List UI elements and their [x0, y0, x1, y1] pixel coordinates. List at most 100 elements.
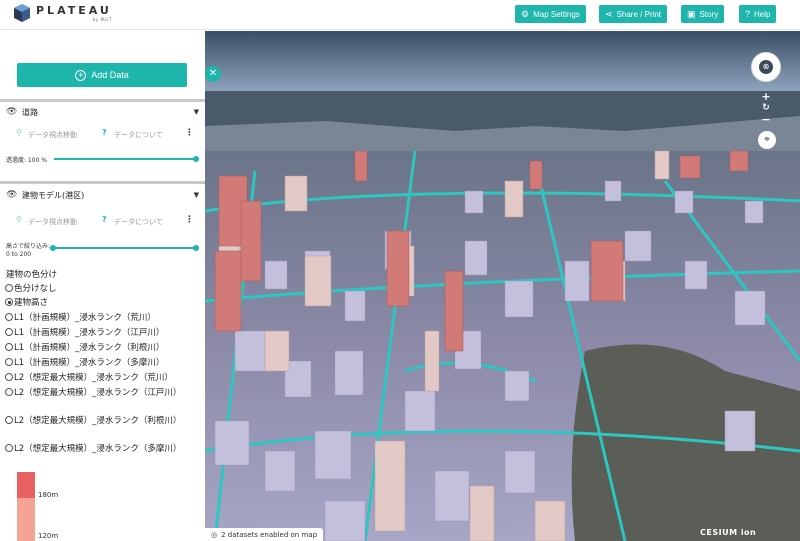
location-pin-icon: ⚲ [16, 215, 22, 224]
zoom-in-button[interactable]: + [760, 91, 772, 103]
layer-name: 道路 [22, 107, 38, 117]
color-option[interactable]: L1（計画規模）_浸水ランク（多摩川） [5, 356, 195, 370]
logo-text: PLATEAU [36, 3, 112, 17]
color-option-label: L1（計画規模）_浸水ランク（多摩川） [14, 358, 165, 368]
radio-button[interactable] [5, 388, 13, 396]
more-options-icon[interactable]: ⋮ [185, 215, 194, 225]
color-option-label: 色分けなし [14, 284, 57, 294]
caret-down-icon[interactable]: ▼ [194, 191, 199, 199]
color-option[interactable]: L2（想定最大規模）_浸水ランク（多摩川） [5, 442, 195, 456]
color-legend-title: 建物の色分け [6, 270, 58, 280]
sliders-icon: ⚙ [521, 8, 530, 19]
add-data-button[interactable]: + Add Data [17, 63, 187, 87]
fly-to-data-button[interactable]: データ視点移動 [28, 130, 77, 140]
opacity-slider[interactable] [54, 158, 196, 160]
layer-actions-roads: ⚲ データ視点移動 ? データについて ⋮ [0, 128, 205, 144]
caret-down-icon[interactable]: ▼ [194, 108, 199, 116]
radio-button[interactable] [5, 284, 13, 292]
radio-button[interactable] [5, 444, 13, 452]
color-option-label: L1（計画規模）_浸水ランク（荒川） [14, 313, 156, 323]
city-scene [205, 31, 800, 541]
layer-header-roads[interactable]: 👁 道路 ▼ [0, 103, 205, 121]
help-label: Help [754, 9, 771, 19]
share-print-label: Share / Print [616, 9, 662, 19]
share-icon: ⋖ [605, 8, 613, 19]
location-pin-icon: ⚲ [16, 128, 22, 137]
color-option[interactable]: L2（想定最大規模）_浸水ランク（江戸川） [5, 386, 195, 400]
radio-button[interactable] [5, 313, 13, 321]
about-data-button[interactable]: データについて [114, 130, 163, 140]
color-option[interactable]: 建物高さ [5, 296, 195, 310]
color-option-label: L2（想定最大規模）_浸水ランク（多摩川） [14, 444, 182, 454]
help-icon: ? [745, 9, 751, 19]
plus-circle-icon: + [75, 69, 87, 81]
layer-actions-buildings: ⚲ データ視点移動 ? データについて ⋮ [0, 215, 205, 231]
question-icon: ? [102, 215, 107, 224]
eye-icon[interactable]: 👁 [6, 107, 17, 117]
map-settings-button[interactable]: ⚙ Map Settings [515, 5, 586, 23]
about-data-button[interactable]: データについて [114, 217, 163, 227]
color-option-label: L2（想定最大規模）_浸水ランク（江戸川） [14, 388, 182, 398]
color-option[interactable]: L2（想定最大規模）_浸水ランク（利根川） [5, 414, 195, 428]
color-option-label: L1（計画規模）_浸水ランク（江戸川） [14, 328, 165, 338]
help-button[interactable]: ? Help [739, 5, 777, 23]
eye-icon[interactable]: 👁 [6, 190, 17, 200]
fly-to-data-button[interactable]: データ視点移動 [28, 217, 77, 227]
legend-label: 180m [38, 491, 59, 499]
zoom-out-button[interactable]: − [760, 114, 772, 126]
my-location-button[interactable]: ⌖ [758, 131, 776, 149]
sidebar: + Add Data 👁 道路 ▼ ⚲ データ視点移動 ? データについて ⋮ … [0, 31, 205, 541]
height-filter-range: 0 to 200 [6, 251, 32, 258]
story-button[interactable]: ▣ Story [681, 5, 725, 23]
color-option-label: 建物高さ [14, 298, 49, 308]
layers-icon: ◎ [211, 530, 218, 539]
radio-button[interactable] [5, 373, 13, 381]
color-option[interactable]: L2（想定最大規模）_浸水ランク（荒川） [5, 371, 195, 385]
sky [205, 31, 800, 91]
color-option[interactable]: L1（計画規模）_浸水ランク（荒川） [5, 311, 195, 325]
divider [0, 99, 205, 102]
height-filter-slider[interactable] [52, 247, 196, 249]
divider [0, 181, 205, 184]
datasets-status-text: 2 datasets enabled on map [221, 530, 318, 539]
top-bar: PLATEAU by MLIT ⚙ Map Settings ⋖ Share /… [0, 0, 800, 30]
datasets-status[interactable]: ◎ 2 datasets enabled on map [205, 528, 324, 541]
more-options-icon[interactable]: ⋮ [185, 128, 194, 138]
height-filter-max-handle[interactable] [193, 245, 199, 251]
story-label: Story [699, 9, 719, 19]
opacity-label: 透過度: 100 % [6, 157, 47, 164]
legend-swatch [17, 498, 35, 541]
radio-button[interactable] [5, 416, 13, 424]
cesium-ion-logo[interactable]: CESIUM ion [700, 528, 756, 537]
share-print-button[interactable]: ⋖ Share / Print [599, 5, 668, 23]
legend-label: 120m [38, 532, 59, 540]
height-filter-label: 高さで絞り込み: [6, 243, 51, 250]
color-option[interactable]: L1（計画規模）_浸水ランク（江戸川） [5, 326, 195, 340]
color-option[interactable]: L1（計画規模）_浸水ランク（利根川） [5, 341, 195, 355]
story-icon: ▣ [687, 8, 696, 19]
plateau-logo-icon [14, 4, 30, 22]
layer-name: 建物モデル(港区) [22, 190, 85, 200]
color-option-label: L2（想定最大規模）_浸水ランク（荒川） [14, 373, 173, 383]
compass-icon: ⊗ [759, 60, 773, 74]
color-option-label: L1（計画規模）_浸水ランク（利根川） [14, 343, 165, 353]
legend-swatch [17, 472, 35, 498]
question-icon: ? [102, 128, 107, 137]
opacity-slider-handle[interactable] [193, 156, 199, 162]
color-option[interactable]: 色分けなし [5, 282, 195, 296]
compass-control[interactable]: ⊗ [751, 52, 781, 82]
radio-button[interactable] [5, 343, 13, 351]
crosshair-icon: ⌖ [764, 134, 770, 145]
add-data-label: Add Data [91, 70, 129, 80]
height-filter-min-handle[interactable] [50, 245, 56, 251]
3d-map-viewport[interactable] [205, 31, 800, 541]
map-settings-label: Map Settings [533, 9, 580, 19]
logo-subtext: by MLIT [92, 16, 112, 22]
collapse-sidebar-button[interactable]: ✕ [205, 66, 221, 82]
radio-button[interactable] [5, 328, 13, 336]
radio-button-selected[interactable] [5, 298, 13, 306]
plateau-logo[interactable]: PLATEAU by MLIT [14, 4, 112, 22]
layer-header-buildings[interactable]: 👁 建物モデル(港区) ▼ [0, 186, 205, 204]
radio-button[interactable] [5, 358, 13, 366]
color-option-label: L2（想定最大規模）_浸水ランク（利根川） [14, 416, 182, 426]
